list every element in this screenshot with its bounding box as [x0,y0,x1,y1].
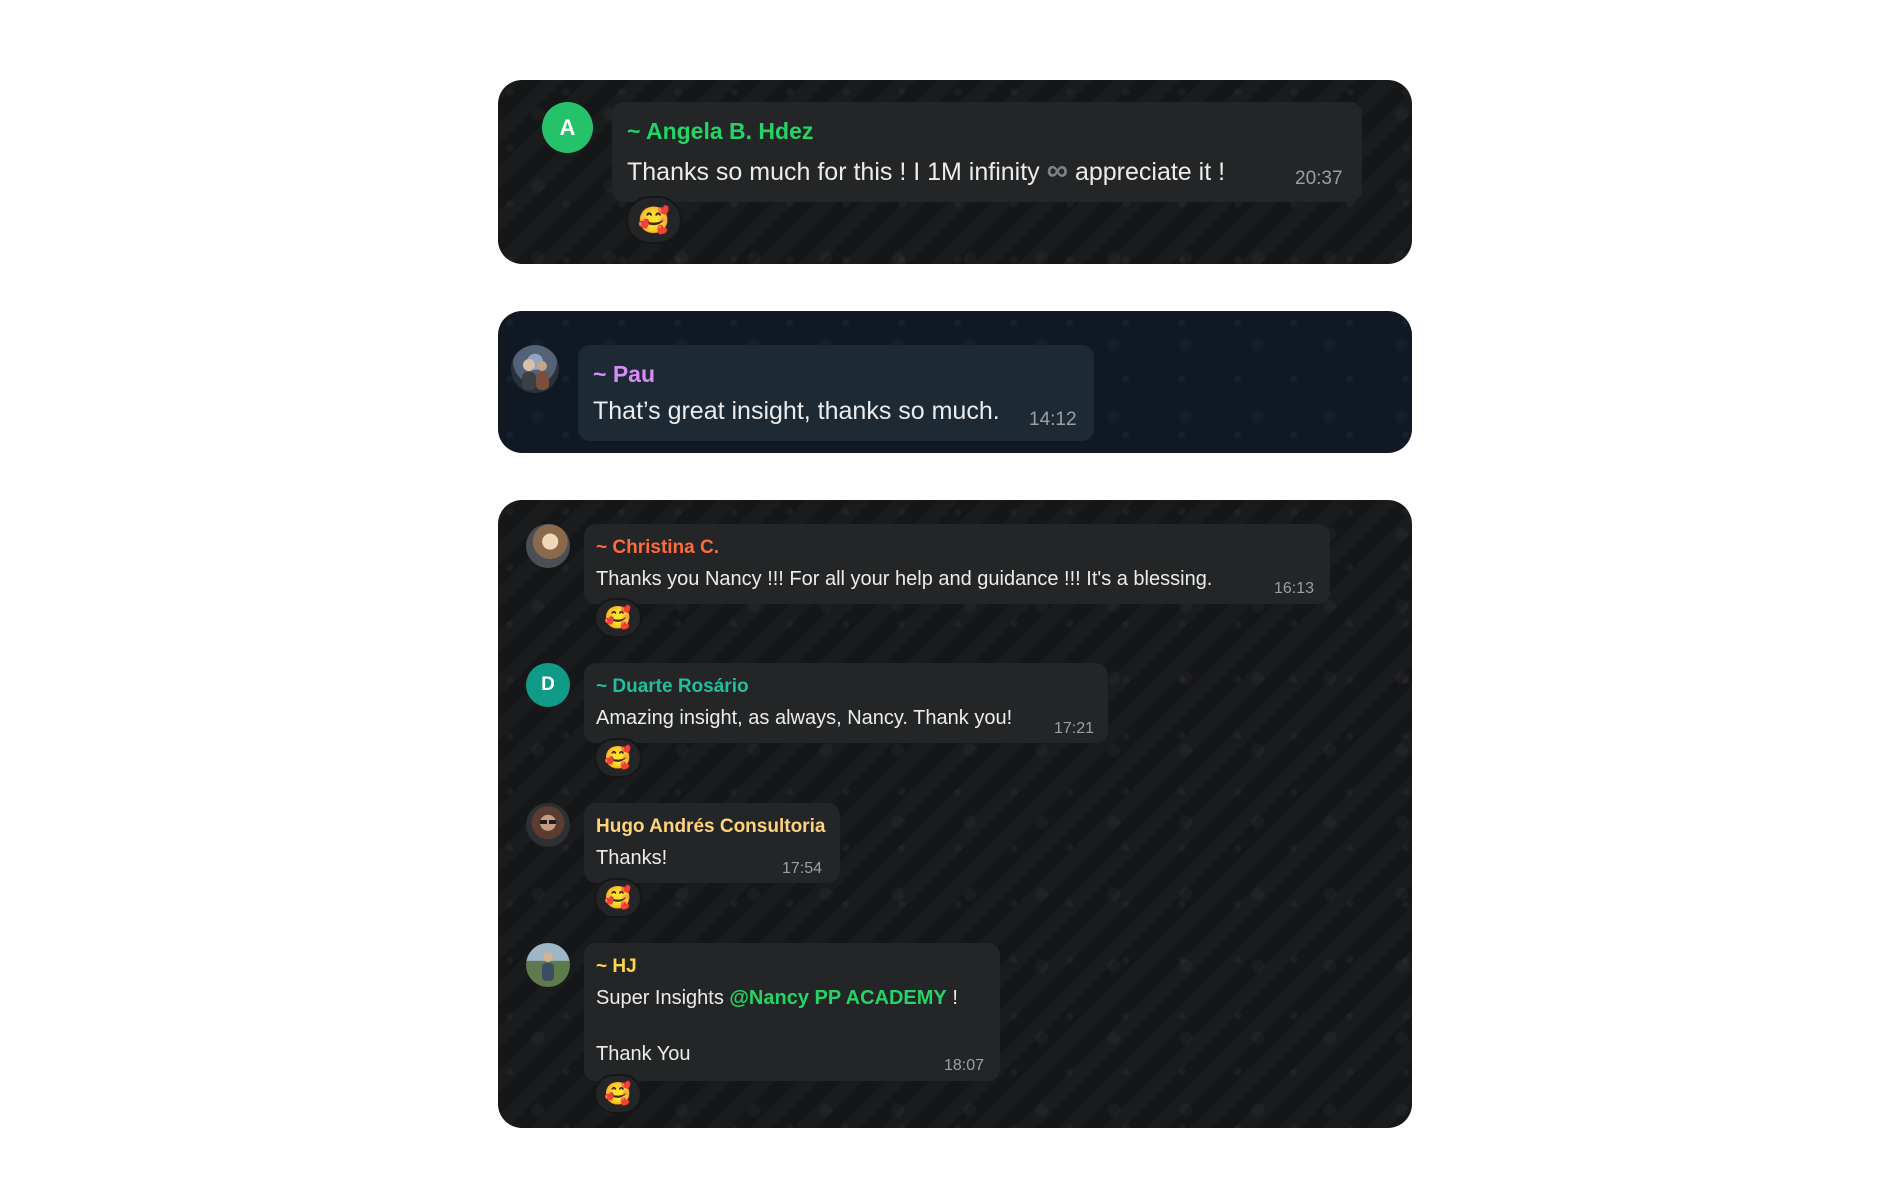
sender-name[interactable]: ~ Christina C. [596,537,719,559]
message-time: 14:12 [1029,409,1077,430]
infinity-icon: ∞ [1046,154,1068,187]
profile-photo-icon [540,820,556,824]
message-part: Super Insights [596,987,724,1009]
message-time: 17:54 [782,860,823,877]
screenshot-stage: A ~ Angela B. Hdez Thanks so much for th… [0,0,1900,1200]
reaction-badge[interactable]: 🥰 [594,878,642,918]
reaction-badge[interactable]: 🥰 [594,1074,642,1114]
sender-name[interactable]: ~ Angela B. Hdez [627,118,813,145]
avatar-letter: A [559,114,576,140]
message-time: 18:07 [944,1057,985,1074]
message-part: appreciate it ! [1074,158,1226,186]
chat-panel-angela: A ~ Angela B. Hdez Thanks so much for th… [498,80,1412,264]
sender-name[interactable]: ~ Duarte Rosário [596,676,749,698]
chat-panel-group: ~ Christina C. Thanks you Nancy !!! For … [498,500,1412,1128]
message-text: Amazing insight, as always, Nancy. Thank… [596,707,1013,729]
avatar-angela[interactable]: A [542,102,593,153]
smiling-hearts-emoji-icon: 🥰 [604,1081,632,1106]
message-bubble[interactable]: Hugo Andrés Consultoria Thanks! 17:54 [584,803,840,883]
message-bubble[interactable]: ~ Duarte Rosário Amazing insight, as alw… [584,663,1108,743]
reaction-badge[interactable]: 🥰 [594,738,642,778]
smiling-hearts-emoji-icon: 🥰 [637,205,671,235]
profile-photo-icon [522,359,549,390]
message-time: 20:37 [1295,168,1343,189]
mention-link[interactable]: @Nancy PP ACADEMY [729,987,946,1009]
message-text: That’s great insight, thanks so much. [593,397,1000,425]
avatar-christina[interactable] [526,524,570,568]
reaction-badge[interactable]: 🥰 [626,196,682,244]
avatar-pau[interactable] [511,345,559,393]
avatar-hugo[interactable] [526,803,570,847]
message-text: Thanks so much for this ! I 1M infinity … [627,154,1225,188]
message-time: 16:13 [1274,580,1315,597]
sender-name[interactable]: Hugo Andrés Consultoria [596,816,825,838]
message-part: ! [952,987,958,1009]
sender-name[interactable]: ~ Pau [593,361,655,388]
message-bubble[interactable]: ~ Pau That’s great insight, thanks so mu… [578,345,1094,441]
avatar-duarte[interactable]: D [526,663,570,707]
smiling-hearts-emoji-icon: 🥰 [604,605,632,630]
message-text: Super Insights @Nancy PP ACADEMY ! [596,987,958,1010]
message-time: 17:21 [1054,720,1095,737]
sender-name[interactable]: ~ HJ [596,956,637,978]
avatar-letter: D [541,674,555,695]
profile-photo-icon [542,952,554,981]
avatar-hj[interactable] [526,943,570,987]
message-text: Thanks you Nancy !!! For all your help a… [596,568,1213,590]
message-bubble[interactable]: ~ Angela B. Hdez Thanks so much for this… [612,102,1362,202]
chat-panel-pau: ~ Pau That’s great insight, thanks so mu… [498,311,1412,453]
message-bubble[interactable]: ~ HJ Super Insights @Nancy PP ACADEMY ! … [584,943,1000,1081]
smiling-hearts-emoji-icon: 🥰 [604,745,632,770]
reaction-badge[interactable]: 🥰 [594,598,642,638]
message-text-line2: Thank You [596,1043,691,1065]
message-part: Thanks so much for this ! I 1M infinity [627,158,1040,186]
smiling-hearts-emoji-icon: 🥰 [604,885,632,910]
message-text: Thanks! [596,847,668,869]
message-bubble[interactable]: ~ Christina C. Thanks you Nancy !!! For … [584,524,1330,604]
